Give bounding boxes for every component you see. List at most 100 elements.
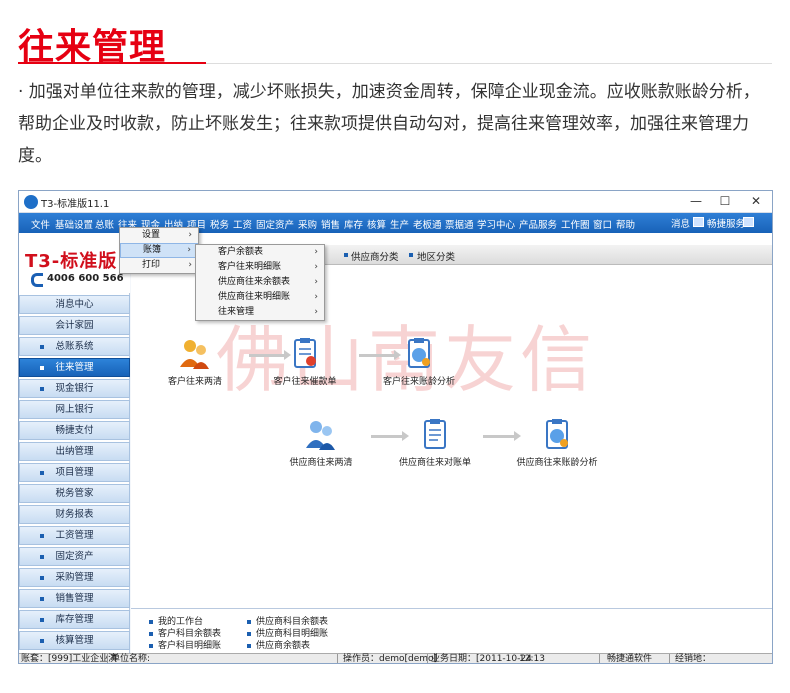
sidebar-item-label: 核算管理 (55, 635, 94, 646)
document-icon (288, 337, 322, 371)
menu-item-print[interactable]: 打印 › (120, 258, 198, 273)
sidebar-item-label: 会计家园 (55, 320, 94, 331)
left-nav-panel: T3-标准版 4006 600 566 消息中心 会计家园 总账系统 往来管理 现金银行… (19, 233, 130, 653)
sidebar-item-label: 出纳管理 (55, 446, 94, 457)
status-vendor: 畅捷通软件 (607, 654, 653, 664)
sidebar-item[interactable]: 会计家园 (19, 316, 130, 335)
quick-link[interactable]: 供应商余额表 (247, 638, 310, 651)
flow-label: 客户往来两清 (167, 377, 222, 387)
sidebar-item-label: 项目管理 (55, 467, 94, 478)
menu-ledger[interactable]: 总账 (95, 217, 114, 231)
sidebar-item[interactable]: 销售管理 (19, 589, 130, 608)
menu-item-supplier-balance[interactable]: 供应商往来余额表 › (196, 275, 324, 290)
flow-customer-aging[interactable]: 客户往来账龄分析 (369, 337, 469, 387)
sidebar-item[interactable]: 总账系统 (19, 337, 130, 356)
menu-fixed-assets[interactable]: 固定资产 (256, 217, 294, 231)
flow-label: 客户往来账龄分析 (382, 377, 455, 387)
sidebar-item[interactable]: 消息中心 (19, 295, 130, 314)
flow-label: 客户往来催款单 (273, 377, 337, 387)
app-logo-icon (24, 195, 38, 209)
status-account: 账套：[999]工业企业演 (21, 654, 118, 664)
window-title: T3-标准版11.1 (41, 199, 110, 210)
quick-link[interactable]: 客户科目明细账 (149, 638, 221, 651)
sidebar-item-label: 财务报表 (55, 509, 94, 520)
close-button[interactable]: ✕ (747, 193, 765, 209)
sidebar-item[interactable]: 固定资产 (19, 547, 130, 566)
menu-learning[interactable]: 学习中心 (477, 217, 515, 231)
sidebar-item[interactable]: 现金银行 (19, 379, 130, 398)
hotline-number: 4006 600 566 (47, 273, 124, 284)
menu-boss[interactable]: 老板通 (413, 217, 442, 231)
flow-label: 供应商往来账龄分析 (516, 458, 598, 468)
flow-label: 供应商往来对账单 (398, 458, 471, 468)
sidebar-item[interactable]: 出纳管理 (19, 442, 130, 461)
menu-item-ledgers[interactable]: 账簿 › (120, 243, 198, 258)
flow-supplier-clear[interactable]: 供应商往来两清 (271, 418, 371, 468)
menu-production[interactable]: 生产 (390, 217, 409, 231)
service-link[interactable]: 畅捷服务 (707, 216, 745, 230)
sidebar-item-label: 畅捷支付 (55, 425, 94, 436)
sidebar-item[interactable]: 往来管理 (19, 358, 130, 377)
menu-workcircle[interactable]: 工作圈 (561, 217, 590, 231)
menu-accounting[interactable]: 核算 (367, 217, 386, 231)
flow-supplier-aging[interactable]: 供应商往来账龄分析 (507, 418, 607, 468)
sidebar-item[interactable]: 核算管理 (19, 631, 130, 650)
bullet-icon (40, 639, 44, 643)
tab-region-category[interactable]: 地区分类 (417, 249, 455, 263)
status-date: 业务日期：[2011-10-24 (431, 654, 532, 664)
flow-customer-clear[interactable]: 客户往来两清 (145, 337, 245, 387)
menu-item-wanglai-manage[interactable]: 往来管理 › (196, 305, 324, 320)
tab-supplier-category[interactable]: 供应商分类 (351, 249, 399, 263)
sidebar-item[interactable]: 库存管理 (19, 610, 130, 629)
menu-help[interactable]: 帮助 (616, 217, 635, 231)
menu-purchase[interactable]: 采购 (298, 217, 317, 231)
ledgers-submenu: 客户余额表 › 客户往来明细账 › 供应商往来余额表 › 供应商往来明细账 › 往来管理… (195, 244, 325, 321)
menu-item-supplier-detail[interactable]: 供应商往来明细账 › (196, 290, 324, 305)
sidebar-item[interactable]: 畅捷支付 (19, 421, 130, 440)
bullet-icon (40, 597, 44, 601)
sidebar-item[interactable]: 财务报表 (19, 505, 130, 524)
status-separator (107, 654, 108, 663)
sidebar-item-label: 采购管理 (55, 572, 94, 583)
menu-inventory[interactable]: 库存 (344, 217, 363, 231)
status-bar: 账套：[999]工业企业演 单位名称: 操作员：demo[demo] 业务日期：… (19, 653, 772, 664)
sidebar-item-label: 固定资产 (55, 551, 94, 562)
flow-customer-dunning[interactable]: 客户往来催款单 (255, 337, 355, 387)
flow-supplier-statement[interactable]: 供应商往来对账单 (385, 418, 485, 468)
status-separator (427, 654, 428, 663)
promo-description: · 加强对单位往来款的管理，减少坏账损失，加速资金周转，保障企业现金流。应收账款… (18, 82, 760, 166)
bullet-icon (40, 576, 44, 580)
menu-sales[interactable]: 销售 (321, 217, 340, 231)
sidebar-item-label: 销售管理 (55, 593, 94, 604)
maximize-button[interactable]: ☐ (716, 193, 734, 209)
menu-file[interactable]: 文件 (31, 217, 50, 231)
people-icon (304, 418, 338, 452)
status-time: 12:13 (519, 654, 545, 664)
menu-basic-settings[interactable]: 基础设置 (55, 217, 93, 231)
bullet-icon (40, 345, 44, 349)
sidebar-item[interactable]: 网上银行 (19, 400, 130, 419)
sidebar-item-label: 网上银行 (55, 404, 94, 415)
menu-item-customer-balance[interactable]: 客户余额表 › (196, 245, 324, 260)
sidebar-item[interactable]: 项目管理 (19, 463, 130, 482)
service-icon (693, 217, 704, 227)
title-bar: T3-标准版11.1 — ☐ ✕ (19, 191, 772, 213)
menu-products[interactable]: 产品服务 (519, 217, 557, 231)
sidebar-item[interactable]: 税务管家 (19, 484, 130, 503)
menu-payroll[interactable]: 工资 (233, 217, 252, 231)
minimize-button[interactable]: — (687, 193, 705, 209)
menu-bills[interactable]: 票据通 (445, 217, 474, 231)
sidebar-item[interactable]: 工资管理 (19, 526, 130, 545)
menu-item-settings[interactable]: 设置 › (120, 228, 198, 243)
messages-link[interactable]: 消息 (671, 216, 690, 230)
people-icon (178, 337, 212, 371)
status-separator (337, 654, 338, 663)
status-operator: 操作员：demo[demo] (343, 654, 438, 664)
menu-window[interactable]: 窗口 (593, 217, 612, 231)
sidebar-item[interactable]: 采购管理 (19, 568, 130, 587)
app-window: T3-标准版11.1 — ☐ ✕ 文件 基础设置 总账 往来 现金 出纳 项目 … (18, 190, 773, 664)
menu-item-customer-detail[interactable]: 客户往来明细账 › (196, 260, 324, 275)
menu-tax[interactable]: 税务 (210, 217, 229, 231)
sidebar-item-label: 库存管理 (55, 614, 94, 625)
bullet-icon (40, 555, 44, 559)
